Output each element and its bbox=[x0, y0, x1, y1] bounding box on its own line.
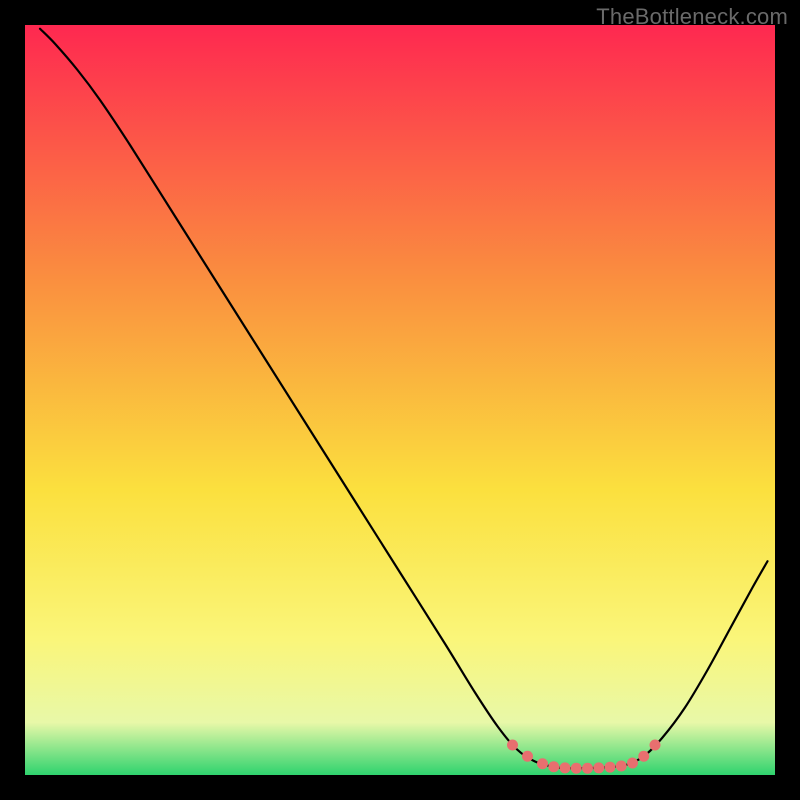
marker-point bbox=[593, 762, 604, 773]
marker-point bbox=[616, 761, 627, 772]
marker-point bbox=[638, 751, 649, 762]
marker-point bbox=[537, 758, 548, 769]
chart-svg bbox=[25, 25, 775, 775]
marker-point bbox=[560, 762, 571, 773]
marker-point bbox=[627, 758, 638, 769]
marker-point bbox=[605, 762, 616, 773]
marker-point bbox=[522, 751, 533, 762]
chart-frame: TheBottleneck.com bbox=[0, 0, 800, 800]
marker-point bbox=[507, 740, 518, 751]
marker-point bbox=[650, 740, 661, 751]
attribution-text: TheBottleneck.com bbox=[596, 4, 788, 30]
marker-point bbox=[548, 761, 559, 772]
plot-area bbox=[25, 25, 775, 775]
marker-point bbox=[571, 763, 582, 774]
marker-point bbox=[582, 763, 593, 774]
gradient-background bbox=[25, 25, 775, 775]
